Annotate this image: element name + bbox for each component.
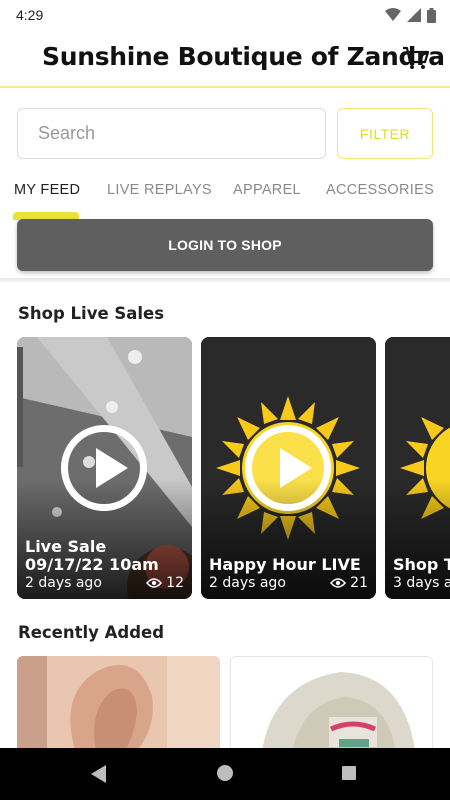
wifi-icon: [385, 8, 401, 21]
filter-button[interactable]: FILTER: [337, 108, 433, 159]
divider: [0, 278, 450, 284]
category-tabs: MY FEED LIVE REPLAYS APPAREL ACCESSORIES: [0, 172, 450, 220]
product-image: [231, 657, 432, 748]
product-card[interactable]: [17, 656, 220, 748]
back-icon[interactable]: [91, 765, 106, 783]
live-sale-age: 2 days ago: [209, 575, 286, 591]
status-bar: 4:29: [0, 0, 450, 30]
live-sale-meta: 2 days ago 12: [25, 575, 184, 591]
eye-icon: [146, 578, 163, 588]
live-sale-card[interactable]: Live Sale 09/17/22 10am 2 days ago 12: [17, 337, 192, 599]
live-sales-carousel: Live Sale 09/17/22 10am 2 days ago 12 Ha…: [17, 337, 450, 599]
live-sale-card[interactable]: Shop The 3 days ago: [385, 337, 450, 599]
product-card[interactable]: [230, 656, 433, 748]
login-to-shop-button[interactable]: LOGIN TO SHOP: [17, 219, 433, 271]
status-icons: [385, 7, 436, 23]
recents-icon[interactable]: [342, 766, 356, 780]
cart-icon[interactable]: [402, 44, 430, 72]
view-count-value: 12: [166, 575, 184, 591]
store-title: Sunshine Boutique of Zandra: [42, 42, 445, 71]
section-title-recently-added: Recently Added: [18, 623, 165, 642]
live-sale-meta: 2 days ago 21: [209, 575, 368, 591]
live-sale-age: 3 days ago: [393, 575, 450, 591]
play-icon[interactable]: [61, 425, 147, 511]
search-input[interactable]: [17, 108, 326, 159]
app-header: Sunshine Boutique of Zandra: [0, 30, 450, 88]
live-sale-title: Shop The: [393, 555, 450, 574]
tab-my-feed[interactable]: MY FEED: [14, 182, 80, 198]
recently-added-grid: [17, 656, 450, 748]
view-count: 12: [146, 575, 184, 591]
live-sale-title: Happy Hour LIVE: [209, 555, 361, 574]
tab-apparel[interactable]: APPAREL: [233, 182, 301, 198]
eye-icon: [330, 578, 347, 588]
live-sale-card[interactable]: Happy Hour LIVE 2 days ago 21: [201, 337, 376, 599]
signal-icon: [407, 8, 421, 22]
product-image: [17, 656, 220, 748]
battery-icon: [427, 7, 436, 23]
home-icon[interactable]: [217, 765, 233, 781]
play-icon[interactable]: [245, 425, 331, 511]
view-count-value: 21: [350, 575, 368, 591]
tab-live-replays[interactable]: LIVE REPLAYS: [107, 182, 212, 198]
live-sale-meta: 3 days ago: [393, 575, 450, 591]
live-sale-title: Live Sale 09/17/22 10am: [25, 537, 159, 574]
view-count: 21: [330, 575, 368, 591]
search-row: FILTER: [17, 108, 433, 160]
live-sale-age: 2 days ago: [25, 575, 102, 591]
tab-accessories[interactable]: ACCESSORIES: [326, 182, 434, 198]
section-title-live-sales: Shop Live Sales: [18, 304, 165, 323]
status-time: 4:29: [16, 7, 44, 23]
system-nav-bar: [0, 748, 450, 800]
